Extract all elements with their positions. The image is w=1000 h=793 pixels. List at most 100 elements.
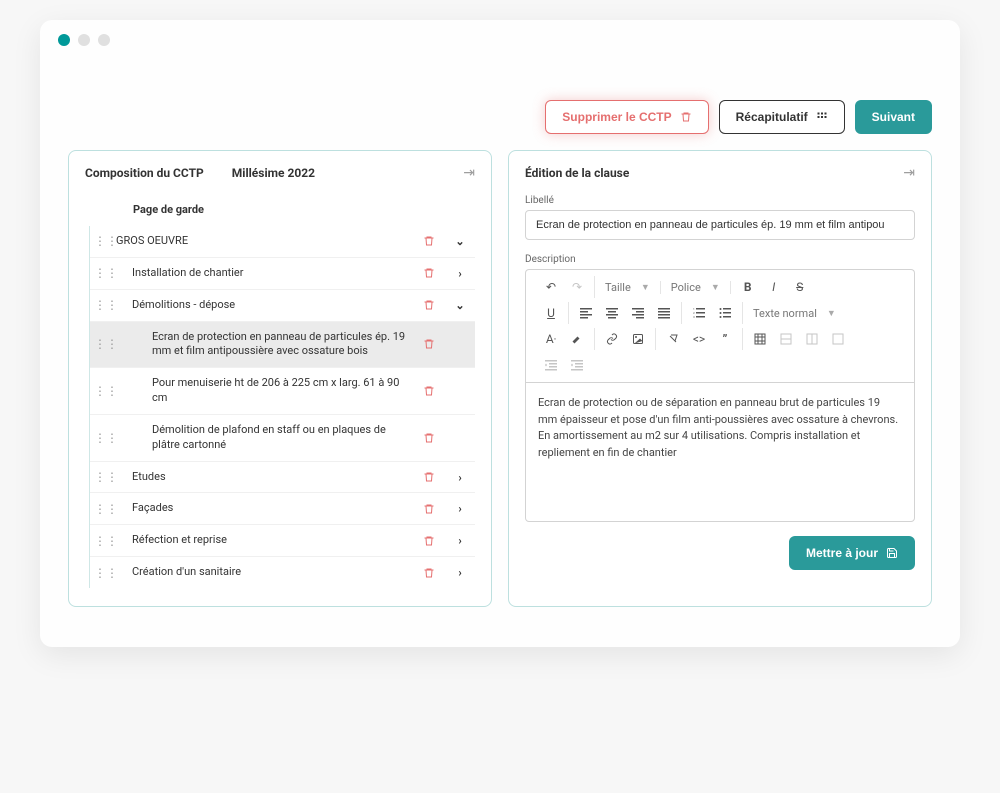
tree-row-ecran[interactable]: ⋮⋮ Ecran de protection en panneau de par… [90,322,475,369]
ordered-list-icon[interactable]: 123 [688,302,710,324]
edition-panel: Édition de la clause ⇥ Libellé Descripti… [508,150,932,607]
drag-handle-icon[interactable]: ⋮⋮ [94,431,106,445]
collapse-icon[interactable]: ⇥ [463,165,475,181]
image-icon[interactable] [627,328,649,350]
row-label: Pour menuiserie ht de 206 à 225 cm x lar… [116,376,413,406]
panel-title: Édition de la clause [525,166,629,180]
panel-vintage: Millésime 2022 [232,166,315,180]
composition-panel: Composition du CCTP Millésime 2022 ⇥ Pag… [68,150,492,607]
next-button[interactable]: Suivant [855,100,932,134]
clear-format-icon[interactable] [662,328,684,350]
libelle-input[interactable] [525,210,915,240]
panel-title: Composition du CCTP [85,166,204,180]
editor-toolbar: ↶ ↷ Taille▼ Police▼ [525,269,915,382]
italic-icon[interactable]: I [763,276,785,298]
button-label: Supprimer le CCTP [562,110,671,124]
drag-handle-icon[interactable]: ⋮⋮ [94,234,106,248]
font-color-icon[interactable]: A◦ [540,328,562,350]
table-row-icon[interactable] [775,328,797,350]
text-style-dropdown[interactable]: Texte normal▼ [749,307,840,320]
panel-header: Composition du CCTP Millésime 2022 ⇥ [85,165,475,181]
trash-icon[interactable] [423,385,441,397]
chevron-right-icon[interactable]: › [451,267,469,280]
panel-header: Édition de la clause ⇥ [525,165,915,181]
drag-handle-icon[interactable]: ⋮⋮ [94,384,106,398]
tree-row-menuiserie[interactable]: ⋮⋮ Pour menuiserie ht de 206 à 225 cm x … [90,368,475,415]
table-icon[interactable] [749,328,771,350]
highlight-icon[interactable] [566,328,588,350]
row-label: Façades [116,501,413,516]
row-label: Etudes [116,470,413,485]
chevron-down-icon[interactable]: ⌄ [451,299,469,312]
font-size-dropdown[interactable]: Taille▼ [601,281,654,294]
update-button[interactable]: Mettre à jour [789,536,915,570]
align-left-icon[interactable] [575,302,597,324]
table-cell-icon[interactable] [827,328,849,350]
description-editor[interactable]: Ecran de protection ou de séparation en … [525,382,915,522]
chevron-right-icon[interactable]: › [451,471,469,484]
row-label: GROS OEUVRE [116,234,413,249]
drag-handle-icon[interactable]: ⋮⋮ [94,337,106,351]
page-de-garde[interactable]: Page de garde [85,195,475,226]
app-content: Supprimer le CCTP Récapitulatif Suivant [40,60,960,607]
tree-row-etudes[interactable]: ⋮⋮ Etudes › [90,462,475,494]
font-family-dropdown[interactable]: Police▼ [667,281,724,294]
chevron-down-icon[interactable]: ⌄ [451,235,469,248]
traffic-light-dot [78,34,90,46]
action-toolbar: Supprimer le CCTP Récapitulatif Suivant [68,60,932,150]
quote-icon[interactable]: ” [714,328,736,350]
trash-icon[interactable] [423,267,441,279]
grid-icon [816,111,828,123]
bold-icon[interactable]: B [737,276,759,298]
trash-icon[interactable] [423,432,441,444]
outdent-icon[interactable] [540,354,562,376]
drag-handle-icon[interactable]: ⋮⋮ [94,298,106,312]
button-label: Mettre à jour [806,546,878,560]
trash-icon[interactable] [423,535,441,547]
trash-icon[interactable] [423,235,441,247]
trash-icon[interactable] [423,299,441,311]
strikethrough-icon[interactable]: S [789,276,811,298]
tree-row-gros-oeuvre[interactable]: ⋮⋮ GROS OEUVRE ⌄ [90,226,475,258]
align-center-icon[interactable] [601,302,623,324]
indent-icon[interactable] [566,354,588,376]
trash-icon[interactable] [423,567,441,579]
tree-row-refection[interactable]: ⋮⋮ Réfection et reprise › [90,525,475,557]
trash-icon[interactable] [423,338,441,350]
composition-tree: ⋮⋮ GROS OEUVRE ⌄ ⋮⋮ Installation de chan… [89,226,475,588]
drag-handle-icon[interactable]: ⋮⋮ [94,266,106,280]
chevron-right-icon[interactable]: › [451,566,469,579]
chevron-right-icon[interactable]: › [451,502,469,515]
tree-row-installation[interactable]: ⋮⋮ Installation de chantier › [90,258,475,290]
unordered-list-icon[interactable] [714,302,736,324]
svg-text:3: 3 [693,315,695,319]
collapse-icon[interactable]: ⇥ [903,165,915,181]
row-label: Ecran de protection en panneau de partic… [116,330,413,360]
tree-row-facades[interactable]: ⋮⋮ Façades › [90,493,475,525]
trash-icon[interactable] [423,503,441,515]
undo-icon[interactable]: ↶ [540,276,562,298]
link-icon[interactable] [601,328,623,350]
redo-icon[interactable]: ↷ [566,276,588,298]
drag-handle-icon[interactable]: ⋮⋮ [94,566,106,580]
drag-handle-icon[interactable]: ⋮⋮ [94,534,106,548]
recap-button[interactable]: Récapitulatif [719,100,845,134]
button-label: Suivant [872,110,915,124]
traffic-light-dot [58,34,70,46]
tree-row-plafond[interactable]: ⋮⋮ Démolition de plafond en staff ou en … [90,415,475,462]
trash-icon [680,111,692,123]
table-col-icon[interactable] [801,328,823,350]
chevron-right-icon[interactable]: › [451,534,469,547]
trash-icon[interactable] [423,471,441,483]
tree-row-sanitaire[interactable]: ⋮⋮ Création d'un sanitaire › [90,557,475,588]
row-label: Démolitions - dépose [116,298,413,313]
underline-icon[interactable]: U [540,302,562,324]
libelle-label: Libellé [525,195,915,206]
align-right-icon[interactable] [627,302,649,324]
align-justify-icon[interactable] [653,302,675,324]
delete-cctp-button[interactable]: Supprimer le CCTP [545,100,708,134]
drag-handle-icon[interactable]: ⋮⋮ [94,470,106,484]
tree-row-demolitions[interactable]: ⋮⋮ Démolitions - dépose ⌄ [90,290,475,322]
code-icon[interactable]: <> [688,328,710,350]
drag-handle-icon[interactable]: ⋮⋮ [94,502,106,516]
